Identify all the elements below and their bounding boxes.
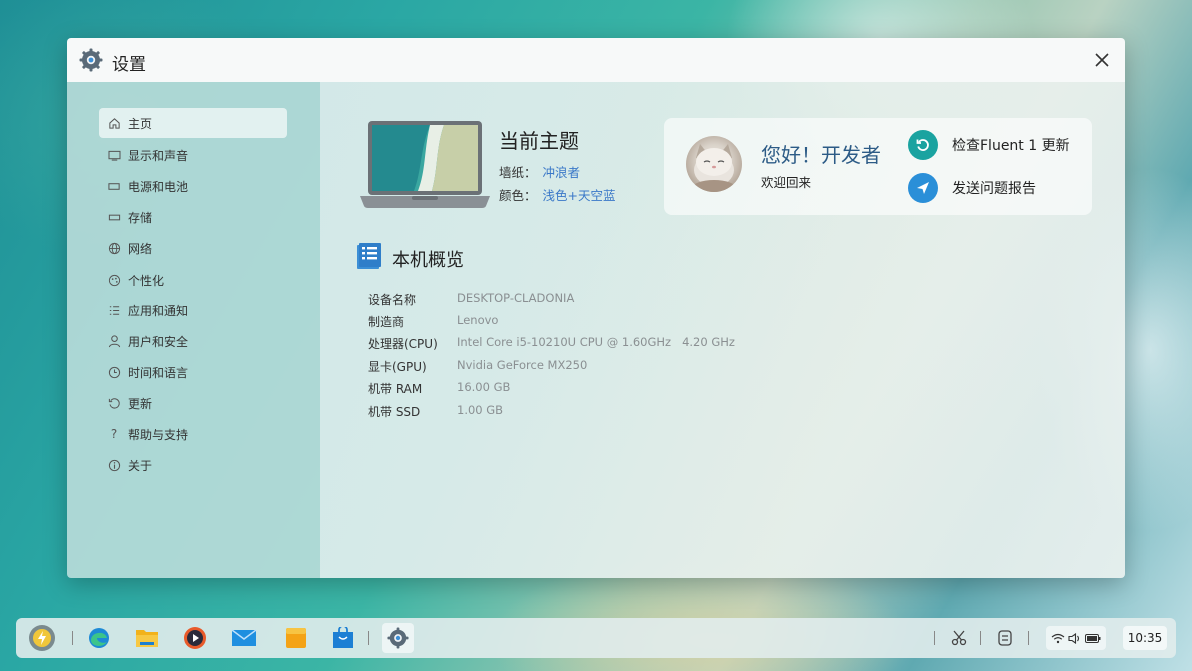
sidebar-item-power-battery[interactable]: 电源和电池 [99, 171, 287, 201]
store-icon[interactable] [329, 624, 357, 652]
check-update-button[interactable]: 检查Fluent 1 更新 [908, 130, 1070, 160]
sidebar-item-personalization[interactable]: 个性化 [99, 265, 287, 295]
color-value-link[interactable]: 浅色+天空蓝 [543, 188, 616, 203]
sidebar-item-label: 存储 [128, 210, 153, 225]
spec-label: 制造商 [368, 315, 405, 329]
volume-icon[interactable] [1068, 632, 1082, 644]
sidebar-item-label: 网络 [128, 241, 153, 256]
user-card: 您好！开发者 欢迎回来 检查Fluent 1 更新 发送问题报告 [664, 118, 1092, 215]
sidebar-item-network[interactable]: 网络 [99, 233, 287, 263]
storage-icon [107, 210, 121, 224]
sidebar-item-label: 时间和语言 [128, 365, 189, 380]
current-theme-title: 当前主题 [499, 129, 579, 153]
report-issue-label: 发送问题报告 [952, 181, 1036, 197]
sidebar-item-update[interactable]: 更新 [99, 388, 287, 418]
sidebar-item-display-sound[interactable]: 显示和声音 [99, 140, 287, 170]
battery-icon[interactable] [1084, 633, 1101, 643]
spec-label: 设备名称 [368, 293, 417, 307]
user-icon [107, 334, 121, 348]
sidebar-item-label: 帮助与支持 [128, 427, 189, 442]
sidebar-item-apps-notifications[interactable]: 应用和通知 [99, 295, 287, 325]
spec-label: 机带 RAM [368, 382, 423, 396]
spec-value: 16.00 GB [457, 380, 511, 394]
spec-label: 处理器(CPU) [368, 337, 438, 351]
sidebar-item-label: 用户和安全 [128, 334, 189, 349]
theme-wallpaper-row: 墙纸： 冲浪者 [499, 162, 580, 181]
avatar[interactable] [686, 136, 742, 192]
globe-icon [107, 241, 121, 255]
taskbar-separator [934, 631, 935, 645]
taskbar-separator [368, 631, 369, 645]
media-player-icon[interactable] [181, 624, 209, 652]
document-list-icon [357, 243, 381, 269]
taskbar: 10:35 [16, 618, 1176, 658]
sidebar-item-label: 电源和电池 [128, 179, 189, 194]
sidebar-item-about[interactable]: 关于 [99, 450, 287, 480]
refresh-icon [107, 396, 121, 410]
spec-value: DESKTOP-CLADONIA [457, 291, 575, 305]
taskbar-separator [980, 631, 981, 645]
notes-icon[interactable] [282, 624, 310, 652]
palette-icon [107, 273, 121, 287]
update-icon [908, 130, 938, 160]
file-explorer-icon[interactable] [133, 624, 161, 652]
theme-color-row: 颜色： 浅色+天空蓝 [499, 185, 616, 204]
send-icon [908, 173, 938, 203]
greeting-text: 您好！开发者 [761, 143, 881, 167]
mail-icon[interactable] [230, 624, 258, 652]
system-tray[interactable] [1046, 626, 1106, 650]
question-icon: ? [110, 427, 118, 441]
main-content: 当前主题 墙纸： 冲浪者 颜色： 浅色+天空蓝 您好！开发者 欢迎回来 检查Fl… [320, 82, 1125, 578]
battery-icon [107, 179, 121, 193]
info-icon [107, 458, 121, 472]
theme-preview-laptop[interactable] [360, 120, 490, 212]
sidebar-item-help-support[interactable]: ? 帮助与支持 [99, 419, 287, 449]
wallpaper-value-link[interactable]: 冲浪者 [543, 165, 581, 180]
wallpaper-label: 墙纸： [499, 165, 537, 180]
spec-value: Nvidia GeForce MX250 [457, 358, 588, 372]
settings-window: 设置 主页 显示和声音 电源和电池 存储 网络 个性化 应用和通知 用户和安全 … [67, 38, 1125, 578]
sidebar-item-label: 个性化 [128, 273, 165, 288]
overview-title: 本机概览 [392, 250, 464, 271]
sidebar-item-label: 显示和声音 [128, 148, 189, 163]
color-label: 颜色： [499, 188, 537, 203]
spec-value: Intel Core i5-10210U CPU @ 1.60GHz 4.20 … [457, 335, 735, 349]
sidebar-item-label: 关于 [128, 458, 153, 473]
sidebar-item-label: 主页 [128, 116, 153, 131]
close-icon[interactable] [1091, 49, 1113, 71]
spec-value: 1.00 GB [457, 403, 504, 417]
sidebar-item-storage[interactable]: 存储 [99, 202, 287, 232]
sidebar-item-users-security[interactable]: 用户和安全 [99, 326, 287, 356]
title-bar: 设置 [67, 38, 1125, 82]
taskbar-separator [1028, 631, 1029, 645]
assistant-icon[interactable] [991, 624, 1019, 652]
spec-label: 机带 SSD [368, 405, 421, 419]
snipping-tool-icon[interactable] [945, 624, 973, 652]
sidebar-item-home[interactable]: 主页 [99, 108, 287, 138]
edge-icon[interactable] [85, 624, 113, 652]
spec-value: Lenovo [457, 313, 499, 327]
sidebar-item-label: 更新 [128, 396, 153, 411]
display-icon [107, 148, 121, 162]
report-issue-button[interactable]: 发送问题报告 [908, 173, 1036, 203]
taskbar-separator [72, 631, 73, 645]
wifi-icon[interactable] [1051, 633, 1065, 644]
launcher-icon[interactable] [28, 624, 56, 652]
spec-label: 显卡(GPU) [368, 360, 427, 374]
check-update-label: 检查Fluent 1 更新 [952, 138, 1070, 154]
home-icon [107, 116, 121, 130]
settings-icon[interactable] [382, 623, 414, 653]
welcome-text: 欢迎回来 [761, 175, 812, 190]
sidebar-item-label: 应用和通知 [128, 303, 189, 318]
clock[interactable]: 10:35 [1123, 626, 1167, 650]
apps-list-icon [107, 303, 121, 317]
clock-icon [107, 365, 121, 379]
window-title: 设置 [112, 55, 146, 75]
sidebar-item-time-language[interactable]: 时间和语言 [99, 357, 287, 387]
sidebar: 主页 显示和声音 电源和电池 存储 网络 个性化 应用和通知 用户和安全 时间和… [67, 82, 320, 578]
gear-icon [79, 48, 103, 72]
